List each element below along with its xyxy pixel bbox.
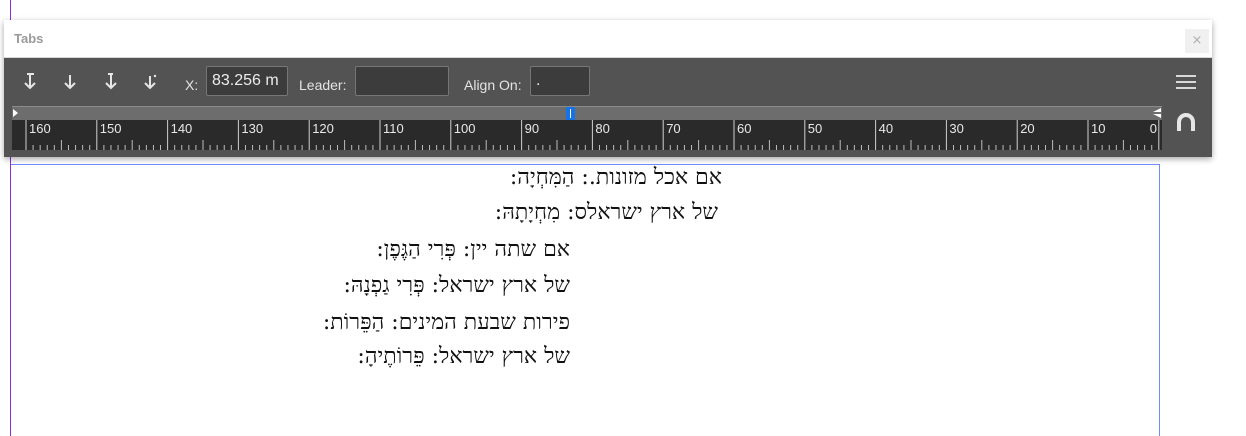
ruler-label: 160 bbox=[29, 121, 51, 136]
ruler-label: 20 bbox=[1020, 121, 1035, 136]
align-to-decimal-tab-icon bbox=[144, 74, 157, 90]
ruler-label: 40 bbox=[878, 121, 894, 136]
position-panel-above-frame-button[interactable] bbox=[1174, 110, 1198, 134]
hamburger-menu-icon[interactable] bbox=[1176, 75, 1196, 91]
tab-stop-marker[interactable] bbox=[566, 107, 575, 120]
align-to-decimal-tab-button[interactable] bbox=[139, 70, 163, 94]
ruler-label: 140 bbox=[170, 121, 193, 136]
tabs-panel: Tabs × X: 83.256 m Leader: Align On: . 1… bbox=[4, 20, 1212, 157]
close-button[interactable]: × bbox=[1185, 29, 1209, 53]
right-indent-marker[interactable] bbox=[1153, 108, 1161, 118]
ruler-label: 120 bbox=[312, 121, 334, 136]
center-justified-tab-button[interactable] bbox=[58, 70, 82, 94]
center-justified-tab-icon bbox=[64, 75, 76, 90]
ruler-label: 90 bbox=[524, 121, 540, 136]
ruler-label: 80 bbox=[595, 121, 610, 136]
ruler-label: 10 bbox=[1091, 121, 1106, 136]
x-position-input[interactable]: 83.256 m bbox=[206, 66, 288, 96]
document-line-3[interactable]: אם שתה יין: פְּרִי הַגֶּפֶן: bbox=[376, 237, 570, 263]
left-justified-tab-button[interactable] bbox=[19, 70, 43, 94]
ruler-label: 50 bbox=[807, 121, 823, 136]
panel-title: Tabs bbox=[14, 31, 44, 46]
ruler-label: 100 bbox=[453, 121, 476, 136]
magnet-icon bbox=[1177, 113, 1195, 131]
ruler-label: 70 bbox=[666, 121, 681, 136]
ruler-label: 130 bbox=[241, 121, 264, 136]
ruler-label: 60 bbox=[737, 121, 752, 136]
document-line-4[interactable]: של ארץ ישראל: פְּרִי גַפְנָהּ: bbox=[344, 273, 570, 299]
ruler-label: 0 bbox=[1149, 121, 1158, 136]
document-line-2[interactable]: של ארץ ישראלס: מִחְיָתָהּ: bbox=[495, 200, 718, 226]
leader-input[interactable] bbox=[355, 66, 449, 96]
ruler-label: 110 bbox=[383, 121, 404, 136]
align-on-label: Align On: bbox=[464, 77, 522, 93]
tab-marker-strip[interactable] bbox=[12, 106, 1162, 120]
right-justified-tab-icon bbox=[105, 73, 117, 90]
ruler-label: 30 bbox=[949, 121, 964, 136]
leader-label: Leader: bbox=[299, 77, 347, 93]
left-justified-tab-icon bbox=[24, 73, 36, 90]
document-line-5[interactable]: פירות שבעת המינים: הַפֵּרוֹת: bbox=[323, 310, 570, 336]
panel-titlebar[interactable]: Tabs × bbox=[4, 20, 1212, 58]
left-indent-marker[interactable] bbox=[13, 109, 18, 117]
x-position-label: X: bbox=[185, 77, 199, 93]
ruler-label: 150 bbox=[99, 121, 122, 136]
align-on-input[interactable]: . bbox=[530, 66, 590, 96]
document-line-6[interactable]: של ארץ ישראל: פֵּרוֹתֶיהָ: bbox=[357, 344, 570, 370]
tabs-toolbar: X: 83.256 m Leader: Align On: . bbox=[4, 58, 1212, 106]
tab-ruler[interactable]: 160 150 140 130 120 110 100 90 80 70 60 50 40 30 20 10 0 bbox=[12, 120, 1162, 150]
right-justified-tab-button[interactable] bbox=[99, 70, 123, 94]
document-line-1[interactable]: אם אכל מזונות.: הַמִּחְיָה: bbox=[510, 165, 722, 191]
